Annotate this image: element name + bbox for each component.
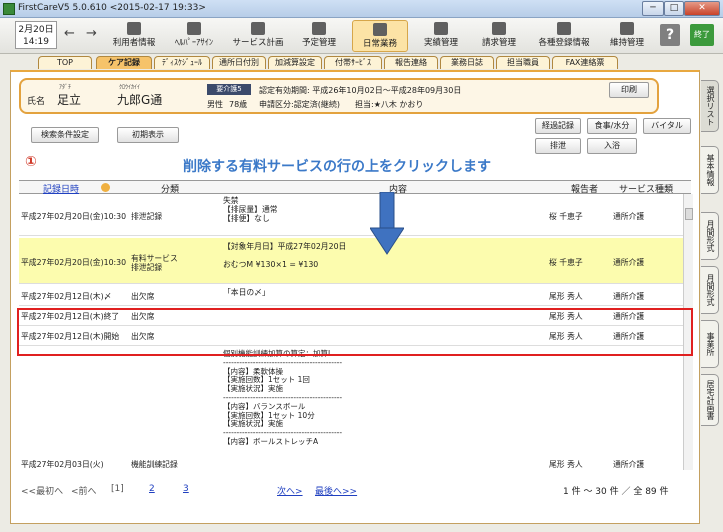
gear-icon: [557, 22, 571, 35]
current-date: 2月20日: [18, 25, 54, 35]
toolbar-schedule[interactable]: 予定管理: [294, 20, 344, 52]
plan-icon: [251, 22, 265, 35]
print-button[interactable]: 印刷: [609, 82, 649, 98]
helper-icon: [187, 22, 201, 35]
side-tab-home-plan[interactable]: 居宅計画書: [701, 374, 719, 426]
patient-info: 氏名 ｱﾀﾞﾁ ｸﾛｳｲｶｲｲ 足立 九郎G通 要介護5 認定有効期間: 平成2…: [19, 78, 659, 114]
tab-extra-service[interactable]: 付帯ｻｰﾋﾞｽ: [324, 56, 382, 69]
toolbar-daily-work[interactable]: 日常業務: [352, 20, 408, 52]
sort-icon[interactable]: [101, 183, 110, 192]
side-tab-basic-info[interactable]: 基本情報: [701, 146, 719, 194]
person-icon: [127, 22, 141, 35]
instruction-text: 削除する有料サービスの行の上をクリックします: [183, 159, 491, 175]
tab-top[interactable]: TOP: [38, 56, 92, 69]
clipboard-icon: [373, 23, 387, 36]
name-label: 氏名: [27, 97, 46, 107]
side-tab-monthly-2[interactable]: 月間形式: [701, 266, 719, 314]
meal-water-button[interactable]: 食事/水分: [587, 118, 637, 134]
tab-addition-settings[interactable]: 加減算設定: [268, 56, 322, 69]
vital-button[interactable]: バイタル: [643, 118, 691, 134]
tab-staff[interactable]: 担当職員: [496, 56, 550, 69]
kana-last: ｱﾀﾞﾁ: [59, 84, 72, 91]
close-button[interactable]: ✕: [684, 1, 720, 16]
billing-icon: [492, 22, 506, 35]
toolbar-results[interactable]: 実績管理: [416, 20, 466, 52]
first-page-link[interactable]: <<最初へ: [21, 484, 63, 497]
minimize-button[interactable]: ─: [642, 1, 664, 16]
tab-by-date[interactable]: 通所日付別: [212, 56, 266, 69]
results-icon: [434, 22, 448, 35]
wrench-icon: [620, 22, 634, 35]
toolbar-maintenance[interactable]: 維持管理: [602, 20, 652, 52]
progress-record-button[interactable]: 経過記録: [535, 118, 581, 134]
main-panel: 氏名 ｱﾀﾞﾁ ｸﾛｳｲｶｲｲ 足立 九郎G通 要介護5 認定有効期間: 平成2…: [10, 70, 700, 524]
page-2-link[interactable]: 2: [149, 484, 155, 494]
side-tab-selection-list[interactable]: 選択リスト: [701, 80, 719, 132]
forward-arrow-icon[interactable]: →: [86, 26, 97, 41]
toolbar-helper-assign[interactable]: ﾍﾙﾊﾟｰｱｻｲﾝ: [168, 20, 220, 52]
initial-view-button[interactable]: 初期表示: [117, 127, 179, 143]
tab-daily-log[interactable]: 業務日誌: [440, 56, 494, 69]
window-title: FirstCareV5 5.0.610 <2015-02-17 19:33>: [18, 3, 206, 13]
highlight-box: [17, 308, 693, 356]
side-tab-monthly-1[interactable]: 月間形式: [701, 212, 719, 260]
table-row-selected[interactable]: 平成27年02月20日(金)10:30 有料サービス 排泄記録 【対象年月日】平…: [19, 238, 683, 284]
last-name: 足立: [57, 93, 82, 107]
tab-day-schedule[interactable]: ﾃﾞｨｽｹｼﾞｭｰﾙ: [154, 56, 210, 69]
date-display: 2月20日 14:19: [15, 21, 57, 49]
toolbar: 2月20日 14:19 ← → 利用者情報 ﾍﾙﾊﾟｰｱｻｲﾝ サービス計画 予…: [0, 18, 723, 54]
table-row[interactable]: 平成27年02月12日(木)〆 出欠席 「本日の〆」 尾形 秀人 通所介護: [19, 286, 683, 306]
page-1: [1]: [111, 484, 124, 494]
pagination: <<最初へ <前へ [1] 2 3 次へ> 最後へ>> 1 件 〜 30 件 ／…: [19, 482, 691, 500]
app-icon: [3, 3, 15, 15]
title-bar: FirstCareV5 5.0.610 <2015-02-17 19:33> ─…: [0, 0, 723, 18]
page-3-link[interactable]: 3: [183, 484, 189, 494]
application-type: 申請区分:認定済(継続): [259, 100, 340, 109]
tab-care-record[interactable]: ケア記録: [96, 56, 152, 69]
care-manager: 担当:★八木 かおり: [355, 100, 424, 109]
finish-button[interactable]: 終了: [690, 24, 714, 46]
current-time: 14:19: [23, 37, 49, 47]
excretion-button[interactable]: 排泄: [535, 138, 581, 154]
next-page-link[interactable]: 次へ>: [277, 484, 303, 497]
step-number: ①: [25, 154, 37, 170]
help-button[interactable]: ?: [660, 24, 680, 46]
table-row[interactable]: 平成27年02月03日(火) 機能訓練記録 個別機能訓練加算の算定：加算Ⅰ --…: [19, 348, 683, 470]
tab-report[interactable]: 報告連絡: [384, 56, 438, 69]
scroll-thumb[interactable]: [685, 208, 693, 220]
search-settings-button[interactable]: 検索条件設定: [31, 127, 99, 143]
toolbar-billing[interactable]: 請求管理: [474, 20, 524, 52]
table-row[interactable]: 平成27年02月20日(金)10:30 排泄記録 失禁 【排尿量】通常 【排便】…: [19, 194, 683, 236]
side-tab-office[interactable]: 事業所: [701, 320, 719, 368]
prev-page-link[interactable]: <前へ: [71, 484, 97, 497]
gender: 男性: [207, 100, 223, 109]
calendar-icon: [312, 22, 326, 35]
age: 78歳: [229, 100, 248, 109]
maximize-button[interactable]: □: [664, 1, 684, 16]
table-header: 記録日時 分類 内容 報告者 サービス種類: [19, 180, 691, 195]
toolbar-user-info[interactable]: 利用者情報: [108, 20, 160, 52]
first-name: 九郎G通: [117, 93, 163, 107]
bath-button[interactable]: 入浴: [587, 138, 637, 154]
toolbar-registration[interactable]: 各種登録情報: [532, 20, 596, 52]
last-page-link[interactable]: 最後へ>>: [315, 484, 357, 497]
back-arrow-icon[interactable]: ←: [64, 26, 75, 41]
care-level-badge: 要介護5: [207, 84, 251, 95]
tab-fax[interactable]: FAX連絡票: [552, 56, 618, 69]
validity-period: 認定有効期間: 平成26年10月02日〜平成28年09月30日: [259, 86, 462, 95]
toolbar-service-plan[interactable]: サービス計画: [228, 20, 288, 52]
kana-first: ｸﾛｳｲｶｲｲ: [119, 84, 141, 91]
record-count: 1 件 〜 30 件 ／ 全 89 件: [563, 487, 669, 497]
down-arrow-icon: [370, 192, 404, 255]
